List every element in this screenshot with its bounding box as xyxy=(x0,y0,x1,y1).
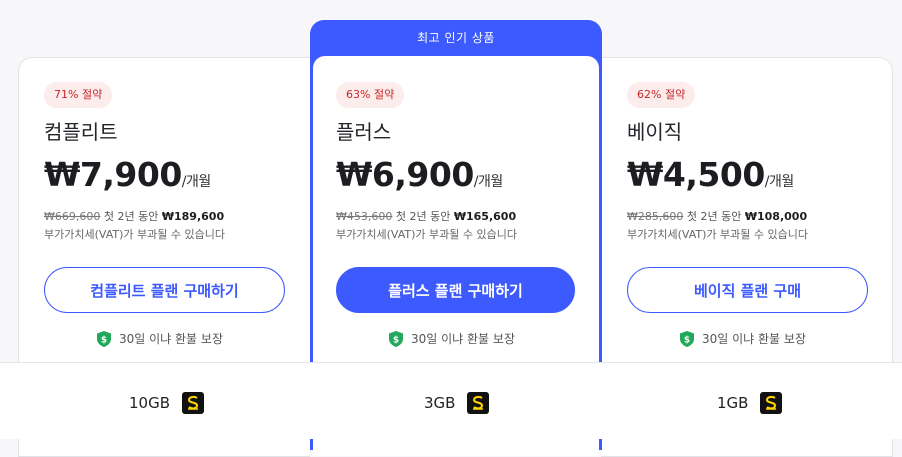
refund-guarantee: $ 30일 이냐 환불 보장 xyxy=(389,330,515,347)
price-value: ₩4,500 xyxy=(627,155,765,194)
price-period: /개월 xyxy=(181,174,211,190)
promo-line: ₩453,600 첫 2년 동안 ₩165,600 xyxy=(336,208,516,224)
plan-price: ₩7,900/개월 xyxy=(44,155,211,194)
plan-name: 컴플리트 xyxy=(44,120,118,144)
svg-text:$: $ xyxy=(101,335,107,345)
guarantee-text: 30일 이냐 환불 보장 xyxy=(702,332,806,346)
price-period: /개월 xyxy=(764,174,794,190)
promo-price: ₩108,000 xyxy=(744,210,808,223)
original-price: ₩453,600 xyxy=(336,210,393,223)
price-value: ₩7,900 xyxy=(44,155,182,194)
promo-line: ₩285,600 첫 2년 동안 ₩108,000 xyxy=(627,208,807,224)
promo-line: ₩669,600 첫 2년 동안 ₩189,600 xyxy=(44,208,224,224)
vat-note: 부가가치세(VAT)가 부과될 수 있습니다 xyxy=(627,228,808,241)
storage-value: 10GB xyxy=(129,394,171,412)
plan-price: ₩6,900/개월 xyxy=(336,155,503,194)
promo-text: 첫 2년 동안 xyxy=(103,210,159,223)
buy-complete-button[interactable]: 컴플리트 플랜 구매하기 xyxy=(44,267,285,313)
plan-name: 베이직 xyxy=(627,120,683,144)
promo-price: ₩189,600 xyxy=(161,210,225,223)
featured-banner: 최고 인기 상품 xyxy=(417,31,495,45)
storage-value: 1GB xyxy=(717,394,749,412)
price-period: /개월 xyxy=(473,174,503,190)
original-price: ₩669,600 xyxy=(44,210,101,223)
vat-note: 부가가치세(VAT)가 부과될 수 있습니다 xyxy=(336,228,517,241)
promo-price: ₩165,600 xyxy=(453,210,517,223)
shield-dollar-icon: $ xyxy=(680,330,694,347)
promo-text: 첫 2년 동안 xyxy=(686,210,742,223)
guarantee-text: 30일 이냐 환불 보장 xyxy=(411,332,515,346)
storage-badge-icon xyxy=(760,392,783,414)
refund-guarantee: $ 30일 이냐 환불 보장 xyxy=(680,330,806,347)
price-value: ₩6,900 xyxy=(336,155,474,194)
vat-note: 부가가치세(VAT)가 부과될 수 있습니다 xyxy=(44,228,225,241)
buy-plus-button[interactable]: 플러스 플랜 구매하기 xyxy=(336,267,575,313)
storage-badge-icon xyxy=(182,392,205,414)
storage-amount: 10GB xyxy=(129,392,205,414)
guarantee-text: 30일 이냐 환불 보장 xyxy=(119,332,223,346)
storage-amount: 1GB xyxy=(717,392,783,414)
shield-dollar-icon: $ xyxy=(389,330,403,347)
svg-text:$: $ xyxy=(684,335,690,345)
storage-badge-icon xyxy=(467,392,490,414)
storage-value: 3GB xyxy=(424,394,456,412)
svg-text:$: $ xyxy=(393,335,399,345)
promo-text: 첫 2년 동안 xyxy=(395,210,451,223)
refund-guarantee: $ 30일 이냐 환불 보장 xyxy=(97,330,223,347)
storage-amount: 3GB xyxy=(424,392,490,414)
discount-badge: 71% 절약 xyxy=(44,82,113,108)
discount-badge: 63% 절약 xyxy=(336,82,405,108)
plan-name: 플러스 xyxy=(336,120,392,144)
plan-price: ₩4,500/개월 xyxy=(627,155,794,194)
shield-dollar-icon: $ xyxy=(97,330,111,347)
original-price: ₩285,600 xyxy=(627,210,684,223)
discount-badge: 62% 절약 xyxy=(627,82,696,108)
buy-basic-button[interactable]: 베이직 플랜 구매 xyxy=(627,267,868,313)
